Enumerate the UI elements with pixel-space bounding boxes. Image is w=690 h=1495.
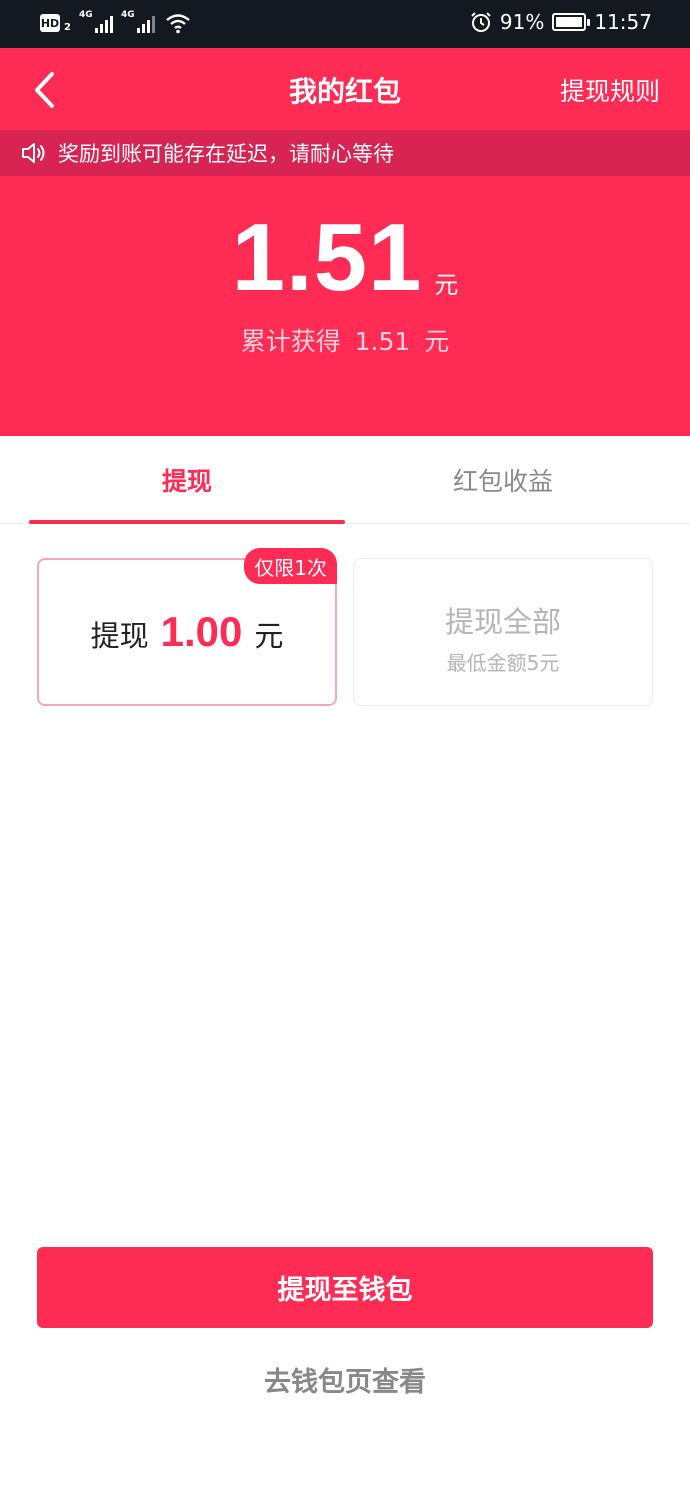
status-right: 91% 11:57 <box>470 10 652 34</box>
hd-icon: HD <box>40 14 60 32</box>
withdraw-to-wallet-button[interactable]: 提现至钱包 <box>37 1247 653 1328</box>
withdraw-option-prefix: 提现 <box>90 619 149 653</box>
withdraw-option-label: 提现 1.00 元 <box>39 608 335 656</box>
total-earned-unit: 元 <box>424 327 450 356</box>
withdraw-option-all[interactable]: 提现全部 最低金额5元 <box>353 558 653 706</box>
network-label-1: 4G <box>78 10 93 20</box>
app-header: 我的红包 提现规则 <box>0 48 690 130</box>
balance-panel: 1.51 元 累计获得 1.51 元 <box>0 176 690 436</box>
signal-icon-1: 4G <box>78 10 113 33</box>
balance-amount: 1.51 <box>231 204 423 311</box>
withdraw-option-value: 1.00 <box>160 608 243 655</box>
total-earned: 累计获得 1.51 元 <box>0 322 690 358</box>
limit-badge: 仅限1次 <box>244 548 337 584</box>
signal-icon-2: 4G <box>120 10 155 33</box>
tab-withdraw[interactable]: 提现 <box>29 436 345 524</box>
red-packet-page: HD 2 4G 4G 91% 11:57 我的红包 提现规则 奖励到账可能存在延… <box>0 0 690 1495</box>
withdraw-all-subtitle: 最低金额5元 <box>446 651 560 675</box>
hd-sub-label: 2 <box>64 21 71 33</box>
balance-unit: 元 <box>434 271 459 299</box>
battery-percent: 91% <box>499 10 545 34</box>
balance-amount-row: 1.51 元 <box>0 210 690 306</box>
notice-bar: 奖励到账可能存在延迟，请耐心等待 <box>0 130 690 176</box>
tab-active-indicator <box>29 520 345 524</box>
total-earned-label: 累计获得 <box>240 327 341 356</box>
status-bar: HD 2 4G 4G 91% 11:57 <box>0 0 690 48</box>
withdraw-option-unit: 元 <box>254 619 284 653</box>
alarm-icon <box>471 12 491 32</box>
view-wallet-link[interactable]: 去钱包页查看 <box>0 1360 690 1399</box>
tab-bar: 提现 红包收益 <box>0 436 690 524</box>
wifi-icon <box>166 14 190 34</box>
network-label-2: 4G <box>120 10 135 20</box>
speaker-icon <box>22 143 45 163</box>
total-earned-value: 1.51 <box>354 327 411 356</box>
withdraw-option-one-yuan[interactable]: 仅限1次 提现 1.00 元 <box>37 548 337 706</box>
tab-red-packet-earnings[interactable]: 红包收益 <box>345 436 661 524</box>
withdraw-all-title: 提现全部 <box>444 605 561 639</box>
battery-icon <box>552 13 591 31</box>
clock: 11:57 <box>594 10 652 34</box>
status-left: HD 2 4G 4G <box>40 10 191 34</box>
notice-text: 奖励到账可能存在延迟，请耐心等待 <box>58 142 394 166</box>
withdraw-rules-link[interactable]: 提现规则 <box>560 72 660 108</box>
